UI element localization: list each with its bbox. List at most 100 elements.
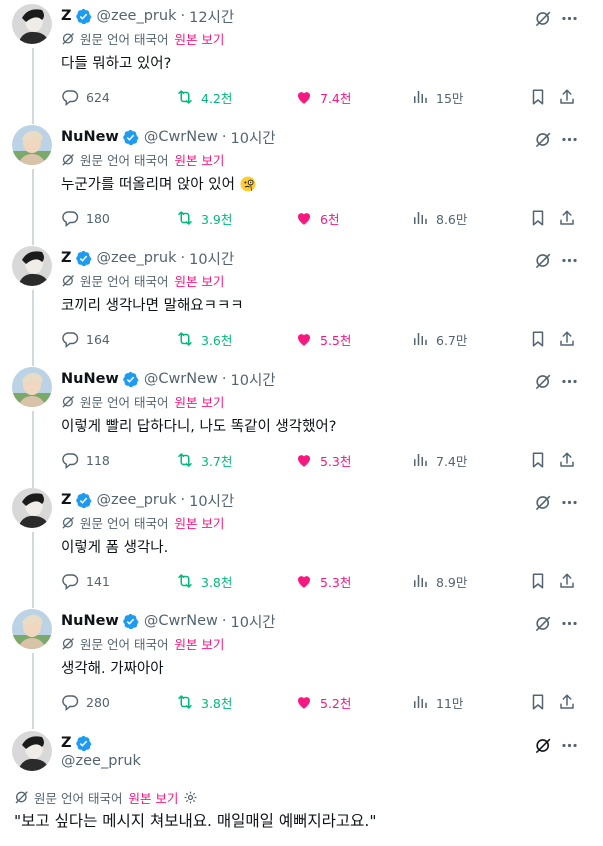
share-button[interactable] (558, 449, 576, 471)
show-original-link[interactable]: 원본 보기 (174, 392, 224, 411)
retweet-button[interactable]: 3.8천 (176, 570, 232, 592)
user-handle[interactable]: @CwrNew (144, 371, 218, 387)
grok-icon[interactable] (534, 8, 553, 28)
avatar[interactable] (12, 731, 52, 771)
show-original-link[interactable]: 원본 보기 (174, 634, 224, 653)
avatar[interactable] (12, 609, 52, 649)
views-button[interactable]: 15만 (411, 86, 463, 108)
grok-icon[interactable] (534, 250, 553, 270)
timestamp[interactable]: 10시간 (189, 490, 234, 511)
bookmark-button[interactable] (529, 207, 547, 229)
display-name[interactable]: NuNew (61, 371, 119, 387)
grok-icon[interactable] (534, 735, 553, 755)
views-button[interactable]: 8.9만 (411, 570, 467, 592)
tweet[interactable]: Z @zee_pruk · 10시간 원문 언어 태국어 원본 보기 코끼리 생… (0, 246, 603, 361)
more-icon[interactable] (560, 735, 579, 755)
tweet[interactable]: Z @zee_pruk · 12시간 원문 언어 태국어 원본 보기 다들 뭐하… (0, 4, 603, 119)
more-icon[interactable] (560, 492, 579, 512)
bookmark-button[interactable] (529, 328, 547, 350)
tweet-actions: 624 4.2천 7.4천 15만 (61, 86, 589, 108)
more-icon[interactable] (560, 371, 579, 391)
user-handle[interactable]: @zee_pruk (97, 492, 177, 508)
reply-button[interactable]: 180 (61, 207, 110, 229)
timestamp[interactable]: 10시간 (231, 127, 276, 148)
display-name[interactable]: Z (61, 735, 72, 751)
grok-icon[interactable] (534, 371, 553, 391)
timestamp[interactable]: 10시간 (231, 369, 276, 390)
reply-icon (62, 453, 79, 469)
reply-button[interactable]: 118 (61, 449, 110, 471)
display-name[interactable]: Z (61, 492, 72, 508)
tweet-header: Z @zee_pruk · 10시간 (61, 246, 234, 270)
bookmark-button[interactable] (529, 691, 547, 713)
share-icon (560, 573, 574, 588)
tweet[interactable]: NuNew @CwrNew · 10시간 원문 언어 태국어 원본 보기 누군가… (0, 125, 603, 240)
tweet[interactable]: Z @zee_pruk · 10시간 원문 언어 태국어 원본 보기 이렇게 폼… (0, 488, 603, 603)
more-icon[interactable] (560, 250, 579, 270)
avatar[interactable] (12, 4, 52, 44)
views-button[interactable]: 11만 (411, 691, 463, 713)
share-button[interactable] (558, 328, 576, 350)
timestamp[interactable]: 10시간 (189, 248, 234, 269)
like-button[interactable]: 5.3천 (295, 449, 351, 471)
grok-icon[interactable] (534, 492, 553, 512)
show-original-link[interactable]: 원본 보기 (174, 513, 224, 532)
reply-button[interactable]: 280 (61, 691, 110, 713)
share-button[interactable] (558, 570, 576, 592)
show-original-link[interactable]: 원본 보기 (174, 150, 224, 169)
views-button[interactable]: 7.4만 (411, 449, 467, 471)
gear-icon[interactable] (183, 790, 198, 805)
views-button[interactable]: 6.7만 (411, 328, 467, 350)
share-button[interactable] (558, 691, 576, 713)
avatar[interactable] (12, 488, 52, 528)
display-name[interactable]: NuNew (61, 613, 119, 629)
retweet-button[interactable]: 3.8천 (176, 691, 232, 713)
user-handle[interactable]: @zee_pruk (97, 250, 177, 266)
tweet[interactable]: NuNew @CwrNew · 10시간 원문 언어 태국어 원본 보기 이렇게… (0, 367, 603, 482)
like-button[interactable]: 6천 (295, 207, 339, 229)
like-button[interactable]: 7.4천 (295, 86, 351, 108)
grok-icon[interactable] (534, 613, 553, 633)
user-handle[interactable]: @zee_pruk (61, 753, 141, 769)
share-button[interactable] (558, 207, 576, 229)
retweet-button[interactable]: 3.9천 (176, 207, 232, 229)
reply-button[interactable]: 164 (61, 328, 110, 350)
more-icon[interactable] (560, 8, 579, 28)
avatar[interactable] (12, 246, 52, 286)
bookmark-button[interactable] (529, 570, 547, 592)
reply-button[interactable]: 624 (61, 86, 110, 108)
bookmark-button[interactable] (529, 86, 547, 108)
show-original-link[interactable]: 원본 보기 (174, 29, 224, 48)
view-count: 7.4만 (436, 453, 468, 469)
like-button[interactable]: 5.3천 (295, 570, 351, 592)
view-count: 11만 (436, 695, 464, 711)
views-button[interactable]: 8.6만 (411, 207, 467, 229)
more-icon[interactable] (560, 129, 579, 149)
display-name[interactable]: Z (61, 8, 72, 24)
main-tweet[interactable]: Z @zee_pruk (0, 731, 603, 779)
retweet-button[interactable]: 3.6천 (176, 328, 232, 350)
share-button[interactable] (558, 86, 576, 108)
display-name[interactable]: Z (61, 250, 72, 266)
avatar[interactable] (12, 367, 52, 407)
user-handle[interactable]: @CwrNew (144, 129, 218, 145)
like-button[interactable]: 5.2천 (295, 691, 351, 713)
view-count: 6.7만 (436, 332, 468, 348)
reply-button[interactable]: 141 (61, 570, 110, 592)
grok-icon[interactable] (534, 129, 553, 149)
display-name[interactable]: NuNew (61, 129, 119, 145)
show-original-link[interactable]: 원본 보기 (174, 271, 224, 290)
user-handle[interactable]: @CwrNew (144, 613, 218, 629)
more-icon[interactable] (560, 613, 579, 633)
view-count: 8.9만 (436, 574, 468, 590)
user-handle[interactable]: @zee_pruk (97, 8, 177, 24)
avatar[interactable] (12, 125, 52, 165)
retweet-button[interactable]: 4.2천 (176, 86, 232, 108)
retweet-button[interactable]: 3.7천 (176, 449, 232, 471)
timestamp[interactable]: 12시간 (189, 6, 234, 27)
tweet[interactable]: NuNew @CwrNew · 10시간 원문 언어 태국어 원본 보기 생각해… (0, 609, 603, 724)
show-original-link[interactable]: 원본 보기 (128, 788, 178, 807)
like-button[interactable]: 5.5천 (295, 328, 351, 350)
bookmark-button[interactable] (529, 449, 547, 471)
timestamp[interactable]: 10시간 (231, 611, 276, 632)
